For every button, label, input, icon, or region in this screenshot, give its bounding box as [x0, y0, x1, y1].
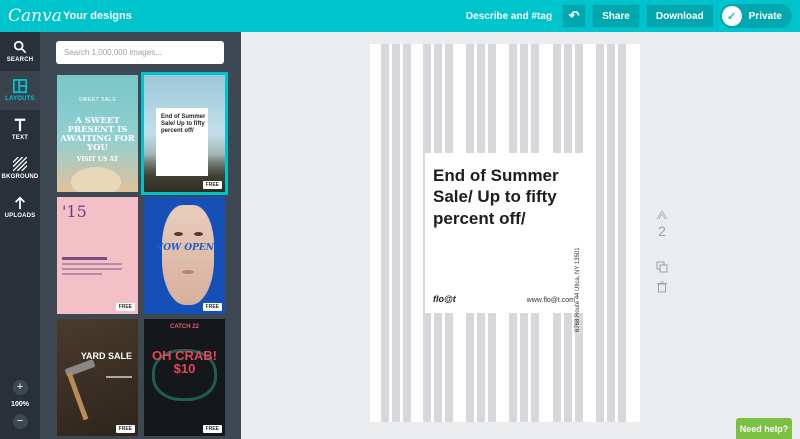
share-button[interactable]: Share	[592, 4, 640, 28]
thumb-divider	[106, 376, 132, 378]
thumb-text-lines	[62, 257, 122, 278]
thumb-headline: YARD SALE	[80, 351, 132, 361]
background-icon	[13, 157, 27, 171]
check-icon: ✓	[721, 6, 742, 26]
rail-label: UPLOADS	[4, 213, 36, 219]
thumb-visit-text: VISIT US AT	[76, 156, 119, 163]
face-image	[162, 205, 214, 305]
layout-thumbnail[interactable]: '15 FREE	[57, 197, 138, 314]
rail-item-background[interactable]: BKGROUND	[0, 149, 40, 188]
canva-logo[interactable]: Canva	[8, 6, 62, 26]
layout-thumbnail[interactable]: YARD SALE FREE	[57, 319, 138, 436]
website-url[interactable]: www.flo@t.com	[527, 297, 575, 304]
privacy-toggle[interactable]: ✓ Private	[719, 4, 792, 28]
tool-rail: SEARCH LAYOUTS TEXT BKGROUND UPLOADS + 1…	[0, 32, 40, 439]
topbar-actions: Describe and #tag ↶ Share Download ✓ Pri…	[466, 4, 792, 28]
image-search-input[interactable]: Search 1,000,000 images...	[56, 41, 224, 64]
rail-label: SEARCH	[6, 57, 34, 63]
layouts-panel: Search 1,000,000 images... SWEET SALE A …	[40, 32, 241, 439]
thumb-small-text: CATCH 22	[170, 324, 199, 330]
zoom-in-button[interactable]: +	[12, 380, 28, 395]
thumb-card: End of Summer Sale/ Up to fifty percent …	[156, 108, 208, 176]
describe-and-tag-button[interactable]: Describe and #tag	[466, 11, 552, 22]
rail-label: BKGROUND	[1, 174, 39, 180]
text-card[interactable]: End of Summer Sale/ Up to fifty percent …	[425, 153, 585, 313]
search-icon	[13, 40, 27, 54]
design-page[interactable]: End of Summer Sale/ Up to fifty percent …	[370, 44, 640, 422]
privacy-label: Private	[748, 10, 782, 22]
free-badge: FREE	[202, 425, 222, 433]
layout-thumbnail[interactable]: SWEET SALE A SWEET PRESENT IS AWAITING F…	[57, 75, 138, 192]
top-bar: Canva Your designs Describe and #tag ↶ S…	[0, 0, 800, 32]
zoom-out-button[interactable]: −	[12, 414, 28, 429]
layout-thumbnail-selected[interactable]: End of Summer Sale/ Up to fifty percent …	[141, 72, 228, 195]
undo-button[interactable]: ↶	[562, 4, 587, 28]
delete-page-icon[interactable]	[656, 281, 668, 293]
layouts-icon	[13, 79, 27, 93]
layout-thumbnail[interactable]: CATCH 22 OH CRAB! $10 FREE	[144, 319, 225, 436]
lips-shape	[182, 270, 194, 274]
free-badge: FREE	[202, 181, 222, 189]
need-help-button[interactable]: Need help?	[736, 418, 792, 439]
rail-item-layouts[interactable]: LAYOUTS	[0, 71, 40, 110]
your-designs-link[interactable]: Your designs	[63, 10, 132, 22]
page-tools: 2	[652, 210, 672, 293]
layout-thumbnail[interactable]: NOW OPEN FREE	[144, 197, 225, 314]
brand-name[interactable]: flo@t	[433, 294, 456, 304]
rail-label: TEXT	[11, 135, 29, 141]
eye-shape	[194, 232, 203, 236]
undo-icon: ↶	[568, 8, 580, 23]
zoom-controls: + 100% −	[0, 380, 40, 429]
thumb-headline: OH CRAB! $10	[152, 348, 217, 377]
design-headline[interactable]: End of Summer Sale/ Up to fifty percent …	[433, 165, 573, 229]
triangle-stack-icon[interactable]	[656, 210, 668, 220]
address-text[interactable]: 6768 Route 44 Utica, NY 13501	[575, 247, 581, 332]
thumb-small-text: SWEET SALE	[78, 97, 117, 103]
text-icon	[14, 118, 26, 132]
hammer-handle	[66, 371, 89, 421]
duplicate-page-icon[interactable]	[656, 261, 668, 273]
free-badge: FREE	[115, 425, 135, 433]
thumb-headline: NOW OPEN	[154, 243, 214, 253]
thumb-headline: A SWEET PRESENT IS AWAITING FOR YOU	[60, 116, 135, 153]
download-button[interactable]: Download	[645, 4, 714, 28]
cake-image	[71, 167, 121, 192]
thumb-headline: '15	[62, 202, 87, 221]
free-badge: FREE	[202, 303, 222, 311]
page-number: 2	[658, 223, 666, 239]
rail-item-text[interactable]: TEXT	[0, 110, 40, 149]
eye-shape	[174, 232, 183, 236]
thumb-headline: End of Summer Sale/ Up to fifty percent …	[161, 114, 206, 134]
rail-item-search[interactable]: SEARCH	[0, 32, 40, 71]
upload-icon	[15, 196, 25, 210]
rail-item-uploads[interactable]: UPLOADS	[0, 188, 40, 227]
free-badge: FREE	[115, 303, 135, 311]
rail-label: LAYOUTS	[5, 96, 35, 102]
zoom-level: 100%	[11, 401, 29, 408]
